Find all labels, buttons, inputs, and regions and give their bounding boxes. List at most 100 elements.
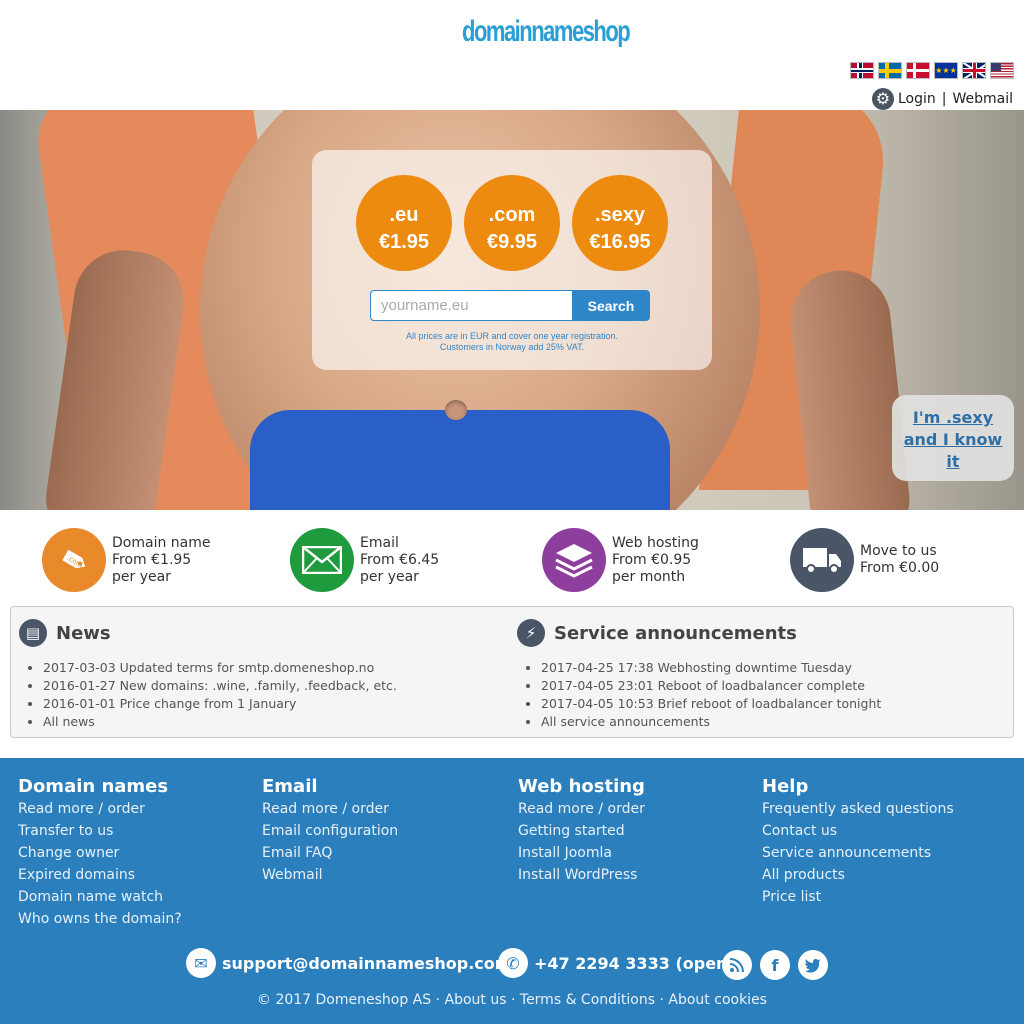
footer-link[interactable]: Webmail [262, 864, 398, 886]
product-price: From €1.95 [112, 551, 192, 568]
facebook-icon[interactable]: f [760, 950, 790, 980]
news-item[interactable]: 2017-03-03 Updated terms for smtp.domene… [43, 659, 397, 677]
support-phone-text: +47 2294 3333 (open) [534, 953, 735, 973]
news-list: 2017-03-03 Updated terms for smtp.domene… [43, 659, 397, 731]
footer-column-help: Help Frequently asked questions Contact … [762, 776, 954, 908]
site-logo[interactable]: domainnameshop [462, 14, 631, 49]
footer-link[interactable]: Transfer to us [18, 820, 182, 842]
tld-badge-eu[interactable]: .eu €1.95 [356, 175, 452, 271]
cookies-link[interactable]: About cookies [668, 992, 767, 1008]
tld-price: €16.95 [589, 231, 651, 253]
separator: | [941, 91, 947, 107]
news-box: ▤ News 2017-03-03 Updated terms for smtp… [10, 606, 1014, 738]
footer-link[interactable]: Install WordPress [518, 864, 645, 886]
footer-link[interactable]: Change owner [18, 842, 182, 864]
product-strip: .com Domain name From €1.95 per year Ema… [0, 510, 1024, 606]
price-note: All prices are in EUR and cover one year… [312, 331, 712, 353]
footer-link[interactable]: Expired domains [18, 864, 182, 886]
product-price: From €6.45 [360, 551, 440, 568]
login-link[interactable]: Login [898, 91, 936, 107]
footer-link[interactable]: All products [762, 864, 954, 886]
product-text: Web hosting From €0.95 per month [612, 535, 699, 586]
footer-link[interactable]: Read more / order [18, 798, 182, 820]
promo-box: I'm .sexy and I know it [892, 395, 1014, 481]
tld-badge-com[interactable]: .com €9.95 [464, 175, 560, 271]
product-email[interactable]: Email From €6.45 per year [290, 528, 439, 592]
news-column: ▤ News 2017-03-03 Updated terms for smtp… [19, 619, 397, 731]
footer-column-title: Web hosting [518, 776, 645, 797]
footer-sep: · [510, 992, 520, 1008]
footer-link[interactable]: Service announcements [762, 842, 954, 864]
footer-column-title: Help [762, 776, 809, 797]
about-link[interactable]: About us [445, 992, 507, 1008]
product-move[interactable]: Move to us From €0.00 [790, 528, 939, 592]
tld-price: €9.95 [486, 231, 538, 253]
support-email-text: support@domainnameshop.com [222, 953, 512, 973]
news-item[interactable]: 2016-01-27 New domains: .wine, .family, … [43, 677, 397, 695]
eu-flag-icon[interactable]: ★★★ [934, 62, 958, 79]
footer-column-hosting: Web hosting Read more / order Getting st… [518, 776, 645, 886]
product-text: Domain name From €1.95 per year [112, 535, 210, 586]
news-item[interactable]: 2016-01-01 Price change from 1 January [43, 695, 397, 713]
price-note-line: All prices are in EUR and cover one year… [405, 331, 619, 341]
rss-icon[interactable] [722, 950, 752, 980]
news-title: News [56, 622, 111, 644]
truck-icon [790, 528, 854, 592]
uk-flag-icon[interactable] [962, 62, 986, 79]
webmail-link[interactable]: Webmail [952, 91, 1013, 107]
envelope-icon: ✉ [186, 948, 216, 978]
service-list: 2017-04-25 17:38 Webhosting downtime Tue… [541, 659, 881, 731]
newspaper-icon: ▤ [19, 619, 47, 647]
service-title: Service announcements [554, 622, 797, 644]
all-service-link[interactable]: All service announcements [541, 713, 881, 731]
tld-ext: .sexy [594, 204, 646, 226]
denmark-flag-icon[interactable] [906, 62, 930, 79]
usa-flag-icon[interactable] [990, 62, 1014, 79]
footer-link[interactable]: Install Joomla [518, 842, 645, 864]
twitter-icon[interactable] [798, 950, 828, 980]
service-item[interactable]: 2017-04-25 17:38 Webhosting downtime Tue… [541, 659, 881, 677]
service-item[interactable]: 2017-04-05 23:01 Reboot of loadbalancer … [541, 677, 881, 695]
footer-link[interactable]: Getting started [518, 820, 645, 842]
news-heading: ▤ News [19, 619, 397, 647]
footer-link[interactable]: Who owns the domain? [18, 908, 182, 930]
gear-icon[interactable]: ⚙ [871, 88, 894, 110]
footer-link[interactable]: Price list [762, 886, 954, 908]
norway-flag-icon[interactable] [850, 62, 874, 79]
hero-banner: .eu €1.95 .com €9.95 .sexy €16.95 Search… [0, 110, 1024, 510]
footer-link[interactable]: Contact us [762, 820, 954, 842]
promo-link[interactable]: I'm .sexy and I know it [904, 408, 1003, 471]
footer-column-title: Email [262, 776, 318, 797]
product-period: per month [612, 568, 686, 585]
footer-link[interactable]: Frequently asked questions [762, 798, 954, 820]
footer-link[interactable]: Email configuration [262, 820, 398, 842]
product-name: Domain name [112, 534, 211, 551]
tld-badge-sexy[interactable]: .sexy €16.95 [572, 175, 668, 271]
product-name: Email [360, 534, 399, 551]
terms-link[interactable]: Terms & Conditions [520, 992, 655, 1008]
support-phone[interactable]: ✆ +47 2294 3333 (open) [498, 948, 735, 978]
footer-link[interactable]: Domain name watch [18, 886, 182, 908]
footer-link[interactable]: Email FAQ [262, 842, 398, 864]
site-footer: Domain names Read more / order Transfer … [0, 758, 1024, 1024]
product-domain[interactable]: .com Domain name From €1.95 per year [42, 528, 210, 592]
sweden-flag-icon[interactable] [878, 62, 902, 79]
product-hosting[interactable]: Web hosting From €0.95 per month [542, 528, 699, 592]
support-email[interactable]: ✉ support@domainnameshop.com [186, 948, 511, 978]
tag-icon: .com [42, 528, 106, 592]
promo-line: it [946, 452, 960, 471]
footer-link[interactable]: Read more / order [262, 798, 398, 820]
language-flags: ★★★ [850, 62, 1014, 79]
site-header: domainnameshop ★★★ ⚙ Login | Webmail [0, 0, 1024, 110]
all-news-link[interactable]: All news [43, 713, 397, 731]
domain-search-input[interactable] [370, 290, 572, 321]
tld-ext: .eu [389, 204, 419, 226]
footer-link[interactable]: Read more / order [518, 798, 645, 820]
service-item[interactable]: 2017-04-05 10:53 Brief reboot of loadbal… [541, 695, 881, 713]
contact-bar: ✉ support@domainnameshop.com ✆ +47 2294 … [0, 948, 1024, 982]
tld-ext: .com [488, 204, 536, 226]
phone-icon: ✆ [498, 948, 528, 978]
domain-search-panel: .eu €1.95 .com €9.95 .sexy €16.95 Search… [312, 150, 712, 370]
search-button[interactable]: Search [572, 290, 650, 321]
service-column: ⚡ Service announcements 2017-04-25 17:38… [517, 619, 881, 731]
